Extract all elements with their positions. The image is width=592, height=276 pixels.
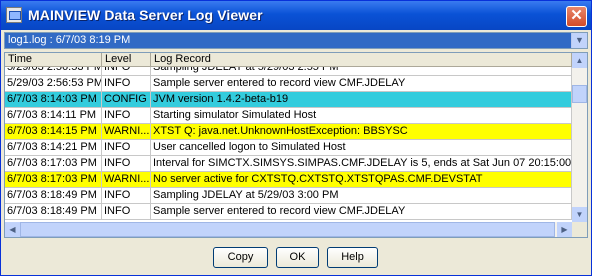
table-row[interactable]: 6/7/03 8:18:49 PM INFO Sample server enter… (5, 204, 572, 220)
table-row[interactable]: 5/29/03 2:56:53 PM INFO Sample server ente… (5, 76, 572, 92)
table-row[interactable]: 6/7/03 8:14:15 PM WARNI... XTST Q: java.ne… (5, 124, 572, 140)
cell-level: INFO (102, 204, 151, 219)
scroll-up-icon[interactable]: ▲ (572, 53, 587, 68)
cell-time: 6/7/03 8:17:03 PM (5, 156, 102, 171)
table-row[interactable]: 6/7/03 8:14:03 PM CONFIG JVM version 1.4.2… (5, 92, 572, 108)
cell-log-record: Sample server entered to record view CMF… (151, 204, 572, 219)
cell-time: 6/7/03 8:14:15 PM (5, 124, 102, 139)
scroll-left-icon[interactable]: ◀ (5, 222, 20, 237)
scrollbar-corner (572, 222, 587, 237)
window-title: MAINVIEW Data Server Log Viewer (28, 7, 263, 23)
column-header-level[interactable]: Level (102, 53, 151, 66)
vertical-scrollbar[interactable]: ▲ ▼ (572, 53, 587, 222)
table-row[interactable]: 6/7/03 8:17:03 PM WARNI... No server activ… (5, 172, 572, 188)
cell-level: WARNI... (104, 172, 151, 187)
chevron-down-icon[interactable]: ▼ (571, 33, 587, 48)
table-header: Time Level Log Record (5, 53, 572, 67)
scroll-down-icon[interactable]: ▼ (572, 207, 587, 222)
table-body: 5/29/03 2:56:53 PM INFO Sampling JDELAY at… (5, 67, 572, 224)
cell-log-record: Starting simulator Simulated Host (151, 108, 572, 123)
table-row[interactable]: 6/7/03 8:14:11 PM INFO Starting simulator … (5, 108, 572, 124)
cell-log-record: JVM version 1.4.2-beta-b19 (151, 92, 572, 107)
cell-level: WARNI... (104, 124, 151, 139)
cell-level: INFO (102, 140, 151, 155)
table-row[interactable]: 6/7/03 8:14:21 PM INFO User cancelled logo… (5, 140, 572, 156)
cell-time: 6/7/03 8:14:11 PM (5, 108, 102, 123)
close-button[interactable]: ✕ (566, 6, 587, 27)
table-row[interactable]: 6/7/03 8:17:03 PM INFO Interval for SIMCTX… (5, 156, 572, 172)
vertical-scroll-thumb[interactable] (572, 85, 587, 103)
cell-log-record: Sampling JDELAY at 5/29/03 2:55 PM (151, 67, 572, 75)
log-viewer-window: MAINVIEW Data Server Log Viewer ✕ log1.l… (0, 0, 592, 276)
log-table: Time Level Log Record 5/29/03 2:56:53 PM… (4, 52, 588, 238)
app-icon (6, 7, 22, 23)
column-header-time[interactable]: Time (5, 53, 102, 66)
close-icon: ✕ (570, 7, 583, 24)
cell-log-record: No server active for CXTSTQ.CXTSTQ.XTSTQ… (151, 172, 572, 187)
cell-time: 6/7/03 8:17:03 PM (5, 172, 102, 187)
copy-button[interactable]: Copy (213, 247, 268, 268)
cell-log-record: XTST Q: java.net.UnknownHostException: B… (151, 124, 572, 139)
cell-log-record: User cancelled logon to Simulated Host (151, 140, 572, 155)
help-button[interactable]: Help (327, 247, 378, 268)
ok-button[interactable]: OK (276, 247, 319, 268)
cell-time: 6/7/03 8:18:49 PM (5, 188, 102, 203)
cell-time: 6/7/03 8:14:03 PM (5, 92, 102, 107)
cell-time: 5/29/03 2:56:53 PM (7, 76, 102, 91)
cell-log-record: Sample server entered to record view CMF… (151, 76, 572, 91)
horizontal-scroll-thumb[interactable] (20, 222, 555, 237)
cell-level: INFO (102, 188, 151, 203)
cell-time: 6/7/03 8:14:21 PM (5, 140, 102, 155)
cell-log-record: Interval for SIMCTX.SIMSYS.SIMPAS.CMF.JD… (153, 156, 572, 171)
cell-log-record: Sampling JDELAY at 5/29/03 3:00 PM (151, 188, 572, 203)
horizontal-scrollbar[interactable]: ◀ ▶ (5, 222, 572, 237)
table-row[interactable]: 5/29/03 2:56:53 PM INFO Sampling JDELAY at… (5, 67, 572, 76)
cell-time: 6/7/03 8:18:49 PM (5, 204, 102, 219)
scroll-right-icon[interactable]: ▶ (557, 222, 572, 237)
cell-level: INFO (102, 67, 151, 75)
column-header-log-record[interactable]: Log Record (151, 53, 572, 66)
log-file-select[interactable]: log1.log : 6/7/03 8:19 PM ▼ (4, 32, 588, 49)
log-file-selected: log1.log : 6/7/03 8:19 PM (8, 34, 131, 46)
cell-level: CONFIG (102, 92, 151, 107)
title-bar[interactable]: MAINVIEW Data Server Log Viewer ✕ (1, 1, 591, 30)
table-row[interactable]: 6/7/03 8:18:49 PM INFO Sampling JDELAY at … (5, 188, 572, 204)
cell-time: 5/29/03 2:56:53 PM (5, 67, 102, 75)
cell-level: INFO (102, 76, 151, 91)
cell-level: INFO (102, 156, 151, 171)
cell-level: INFO (102, 108, 151, 123)
